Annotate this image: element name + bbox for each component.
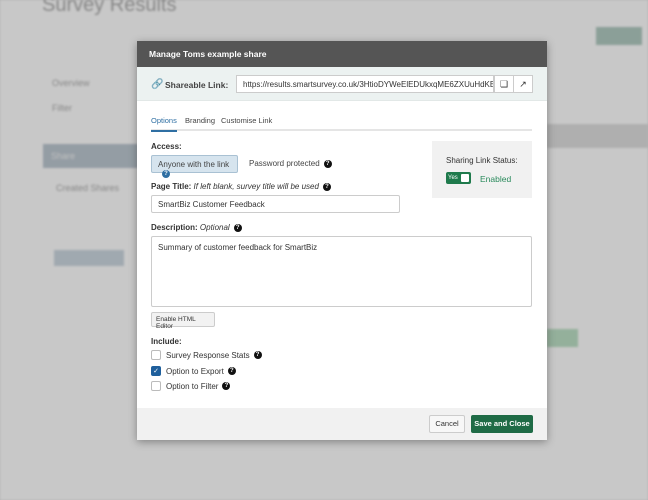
description-label: Description: Optional? (151, 223, 242, 232)
tab-bar: Options Branding Customise Link (151, 115, 532, 132)
sharing-status-value: Enabled (480, 174, 512, 184)
page-title-label: Page Title: If left blank, survey title … (151, 182, 331, 191)
checkbox-label: Option to Filter (166, 381, 219, 391)
access-anyone-label: Anyone with the link (158, 160, 230, 169)
description-textarea[interactable]: Summary of customer feedback for SmartBi… (151, 236, 532, 307)
help-icon[interactable]: ? (162, 169, 170, 178)
sharing-status-label: Sharing Link Status: (446, 156, 518, 165)
access-password-button[interactable]: Password protected? (243, 155, 338, 173)
checkbox-checked[interactable]: ✓ (151, 366, 161, 376)
sharing-toggle[interactable]: Yes (446, 172, 471, 184)
access-password-label: Password protected (249, 159, 320, 168)
dialog-title: Manage Toms example share (137, 41, 547, 67)
help-icon[interactable]: ? (222, 382, 231, 390)
help-icon[interactable]: ? (322, 182, 331, 191)
enable-html-editor-button[interactable]: Enable HTML Editor (151, 312, 215, 330)
help-icon[interactable]: ? (253, 351, 262, 359)
tab-customise-link[interactable]: Customise Link (221, 116, 272, 125)
include-option-to-export[interactable]: ✓ Option to Export? (151, 366, 236, 376)
sharing-status-panel: Sharing Link Status: Yes Enabled (432, 141, 532, 198)
dialog-footer: Cancel Save and Close (137, 408, 547, 440)
save-and-close-button[interactable]: Save and Close (471, 415, 533, 433)
access-label: Access: (151, 142, 182, 151)
cancel-button[interactable]: Cancel (429, 415, 465, 433)
shareable-link-label: Shareable Link: (165, 80, 229, 90)
toggle-label: Yes (448, 175, 458, 181)
tab-options[interactable]: Options (151, 116, 177, 132)
include-option-to-filter[interactable]: Option to Filter? (151, 381, 231, 391)
copy-icon[interactable]: ❏ (494, 75, 514, 93)
checkbox[interactable] (151, 381, 161, 391)
link-icon: 🔗 (151, 79, 164, 90)
include-survey-response-stats[interactable]: Survey Response Stats? (151, 350, 262, 360)
include-label: Include: (151, 337, 182, 346)
help-icon[interactable]: ? (323, 159, 332, 168)
shareable-link-bar: 🔗 Shareable Link: https://results.smarts… (137, 67, 547, 101)
toggle-knob (461, 174, 469, 182)
checkbox-label: Survey Response Stats (166, 350, 250, 360)
open-external-icon[interactable]: ↗ (513, 75, 533, 93)
checkbox-label: Option to Export (166, 366, 224, 376)
page-title-input[interactable]: SmartBiz Customer Feedback (151, 195, 400, 213)
help-icon[interactable]: ? (233, 223, 242, 232)
checkbox[interactable] (151, 350, 161, 360)
tab-branding[interactable]: Branding (185, 116, 215, 125)
access-anyone-button[interactable]: Anyone with the link? (151, 155, 238, 178)
shareable-link-input[interactable]: https://results.smartsurvey.co.uk/3HtioD… (236, 75, 494, 93)
manage-share-dialog: Manage Toms example share 🔗 Shareable Li… (137, 41, 547, 440)
help-icon[interactable]: ? (227, 367, 236, 375)
